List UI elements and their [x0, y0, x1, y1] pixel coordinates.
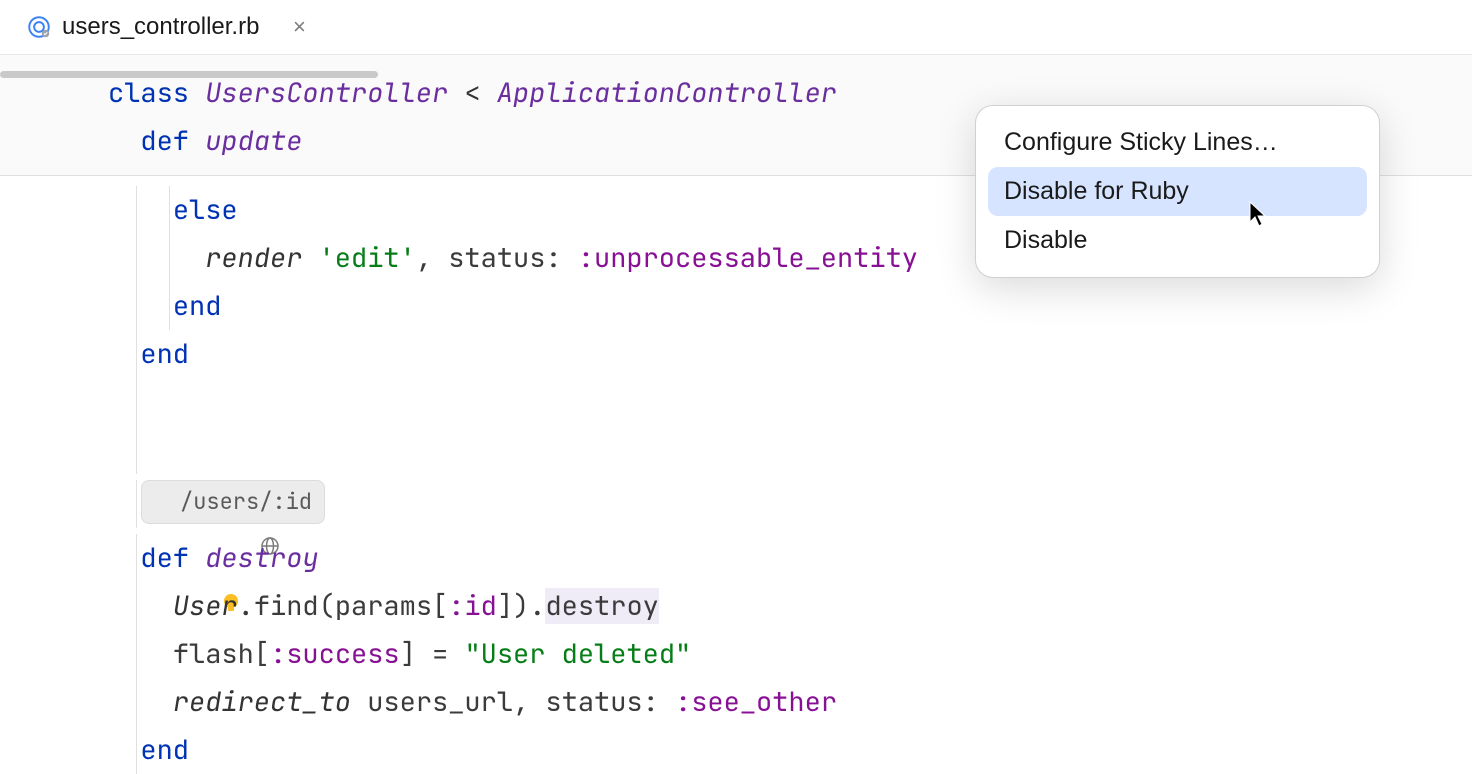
status-label: , status: [416, 240, 578, 276]
mouse-cursor-icon [1248, 200, 1268, 228]
redirect-call: redirect_to [173, 684, 351, 720]
destroy-call-highlighted: destroy [545, 588, 658, 624]
globe-icon [154, 492, 174, 512]
keyword-class: class [108, 75, 189, 111]
redirect-args: users_url, status: [351, 684, 675, 720]
string-literal: "User deleted" [464, 636, 691, 672]
ruby-file-icon [26, 14, 52, 40]
menu-disable-for-ruby[interactable]: Disable for Ruby [988, 167, 1367, 216]
symbol: :see_other [675, 684, 837, 720]
close-tab-icon[interactable]: × [287, 15, 311, 39]
code-line[interactable]: flash[:success] = "User deleted" [108, 630, 1472, 678]
keyword-end: end [140, 732, 189, 768]
menu-configure-sticky-lines[interactable]: Configure Sticky Lines… [988, 118, 1367, 167]
code-line[interactable]: def destroy [108, 534, 1472, 582]
class-ref: User [173, 588, 238, 624]
parent-class: ApplicationController [497, 75, 837, 111]
render-call: render [205, 240, 302, 276]
tab-bar: users_controller.rb × [0, 0, 1472, 55]
symbol: :id [448, 588, 497, 624]
code-line[interactable] [108, 378, 1472, 426]
context-menu: Configure Sticky Lines… Disable for Ruby… [975, 105, 1380, 278]
route-hint-line[interactable]: /users/:id [108, 480, 1472, 528]
menu-disable[interactable]: Disable [988, 216, 1367, 265]
tab-filename: users_controller.rb [62, 13, 259, 41]
keyword-def: def [140, 540, 189, 576]
code-line[interactable]: end [108, 282, 1472, 330]
code-line[interactable]: redirect_to users_url, status: :see_othe… [108, 678, 1472, 726]
keyword-else: else [173, 192, 238, 228]
method-name: destroy [205, 540, 318, 576]
method-name: update [205, 123, 302, 159]
symbol: :unprocessable_entity [578, 240, 918, 276]
code-line[interactable]: end [108, 330, 1472, 378]
flash-access: flash[ [173, 636, 270, 672]
method-call: .find(params[ [238, 588, 449, 624]
keyword-def: def [140, 123, 189, 159]
editor-tab[interactable]: users_controller.rb × [14, 5, 323, 49]
class-name: UsersController [205, 75, 448, 111]
assign-op: ] = [400, 636, 465, 672]
route-hint-badge[interactable]: /users/:id [141, 480, 325, 524]
code-line[interactable]: end [108, 726, 1472, 774]
method-call: ]). [497, 588, 546, 624]
string-literal: 'edit' [319, 240, 416, 276]
symbol: :success [270, 636, 400, 672]
keyword-end: end [173, 288, 222, 324]
route-hint-text: /users/:id [180, 483, 312, 521]
lightbulb-icon[interactable] [122, 534, 146, 558]
code-line[interactable]: User.find(params[:id]).destroy [108, 582, 1472, 630]
code-line[interactable] [108, 426, 1472, 474]
keyword-end: end [140, 336, 189, 372]
inherit-operator: < [448, 75, 497, 111]
